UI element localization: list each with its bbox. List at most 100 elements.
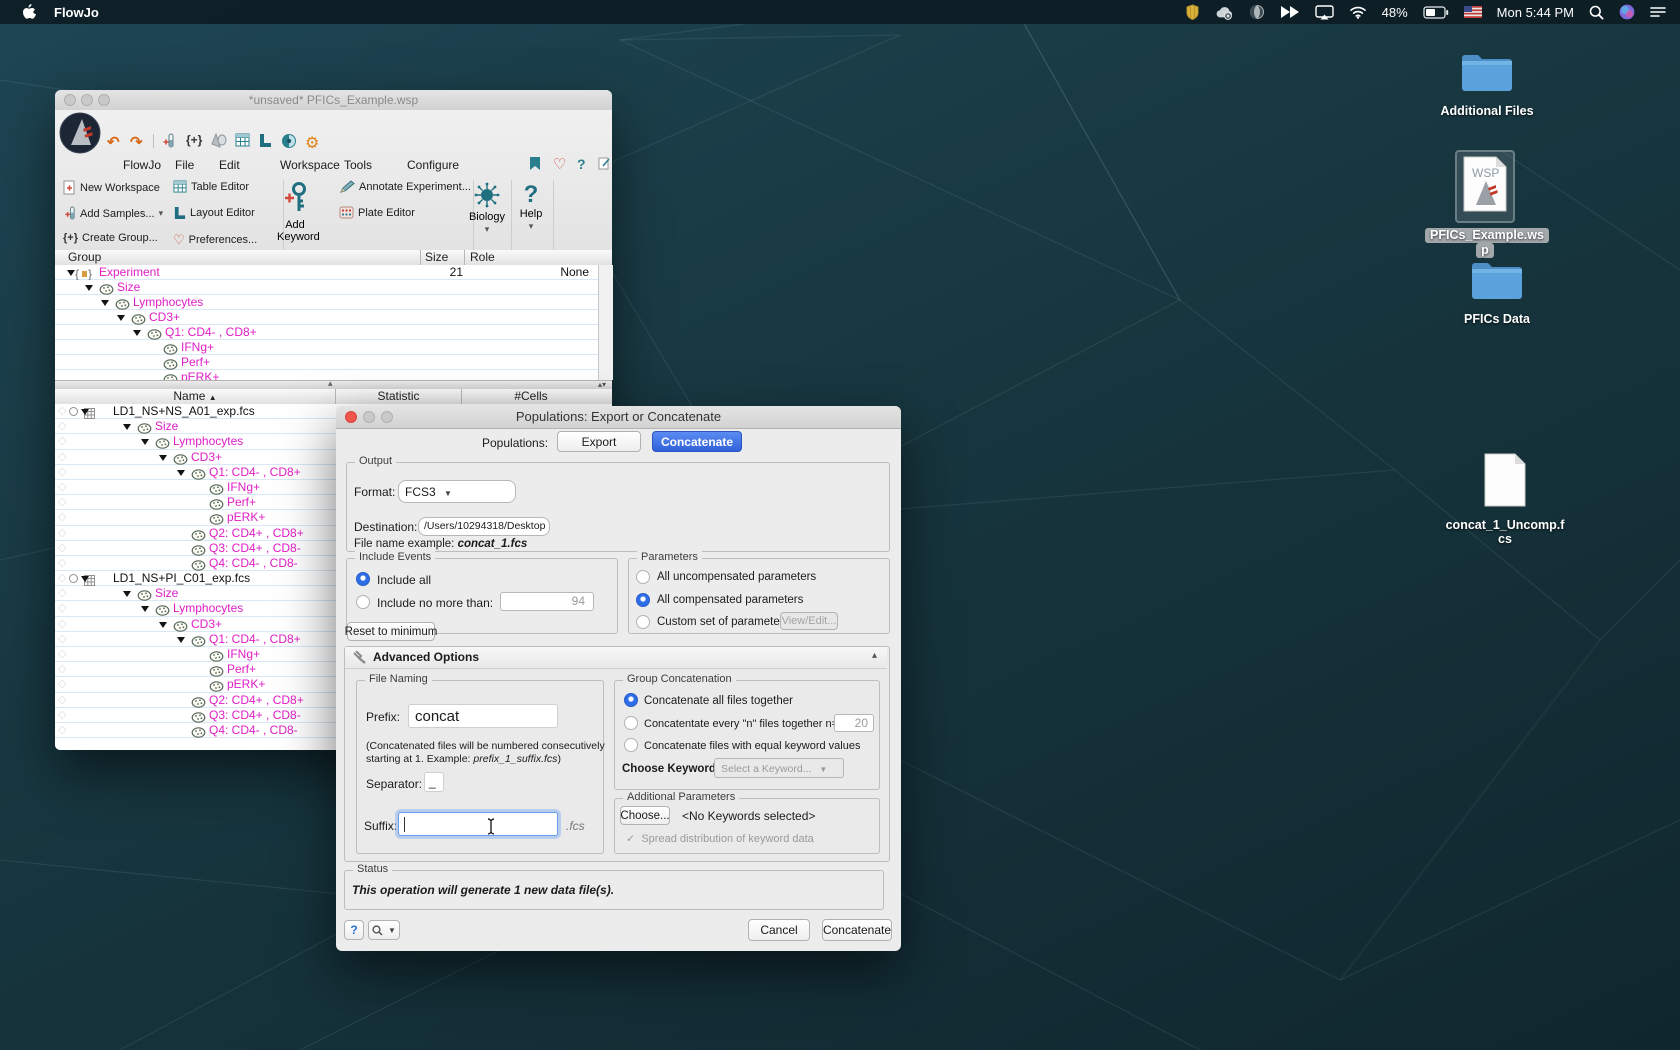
dialog-title-bar[interactable]: Populations: Export or Concatenate [336,406,901,429]
splitter-handle-icon[interactable]: ▴ [328,378,333,389]
concat-keyword-radio[interactable] [624,738,638,752]
undo-icon[interactable]: ↶ [107,133,120,151]
layout-editor-button[interactable]: Layout Editor [173,206,255,220]
menu-bar-clock[interactable]: Mon 5:44 PM [1497,5,1574,20]
destination-field[interactable]: /Users/10294318/Desktop [418,517,550,536]
airplay-display-icon[interactable] [1315,5,1334,20]
group-row[interactable]: {}Experiment21None [55,265,598,280]
minimize-button[interactable] [363,411,375,423]
table-editor-button[interactable]: Table Editor [173,180,249,193]
export-concatenate-dialog[interactable]: Populations: Export or Concatenate Popul… [336,406,901,951]
view-edit-button[interactable]: View/Edit... [780,612,838,630]
menu-edit[interactable]: Edit [219,158,240,172]
add-sample-tube-icon[interactable] [161,133,175,153]
disclosure-triangle[interactable] [177,470,185,476]
population-row[interactable]: pERK+ [55,370,598,380]
group-tree[interactable]: {}Experiment21NoneSizeLymphocytesCD3+Q1:… [55,265,598,380]
suffix-field[interactable] [398,812,558,836]
menu-workspace[interactable]: Workspace [280,158,340,172]
concat-every-n-radio[interactable] [624,716,638,730]
add-keyword-button[interactable]: AddKeyword [277,182,313,243]
dialog-help-button[interactable]: ? [344,920,364,940]
column-statistic[interactable]: Statistic [336,389,462,404]
sample-table-header[interactable]: Name ▲ Statistic #Cells [55,389,612,405]
apple-menu-icon[interactable] [22,4,36,20]
gating-tools-icon[interactable] [211,133,227,152]
disclosure-triangle[interactable] [117,315,125,321]
fast-forward-icon[interactable] [1280,5,1300,19]
reset-to-minimum-button[interactable]: Reset to minimum [347,622,435,641]
format-dropdown[interactable]: FCS3 ▼ [398,480,516,503]
disclosure-triangle[interactable] [81,576,89,582]
annotate-experiment-button[interactable]: Annotate Experiment... [339,180,471,194]
shield-status-icon[interactable] [1186,4,1199,20]
redo-icon[interactable]: ↷ [130,133,143,151]
advanced-options-header[interactable]: Advanced Options ▴ [345,647,887,669]
annotate-small-icon[interactable] [598,157,611,175]
wifi-icon[interactable] [1349,5,1367,19]
menu-flowjo[interactable]: FlowJo [123,158,161,172]
prefix-field[interactable]: concat [408,704,558,728]
disclosure-triangle[interactable] [141,439,149,445]
help-button[interactable]: ? Help▾ [513,182,549,232]
create-group-button[interactable]: {+} Create Group... [63,232,158,244]
population-row[interactable]: Perf+ [55,355,598,370]
n-value-field[interactable]: 20 [834,714,874,732]
biology-button[interactable]: Biology▾ [467,182,507,235]
population-row[interactable]: IFNg+ [55,340,598,355]
battery-icon[interactable] [1423,6,1449,19]
disclosure-triangle[interactable] [159,455,167,461]
population-row[interactable]: Lymphocytes [55,295,598,310]
spread-checkbox-row[interactable]: ✓ Spread distribution of keyword data [626,832,814,845]
close-button[interactable] [345,411,357,423]
minimize-button[interactable] [81,94,93,106]
disclosure-triangle[interactable] [101,300,109,306]
favorites-heart-icon[interactable]: ♡ [553,155,566,173]
group-tree-scrollbar[interactable] [598,265,613,380]
column-name[interactable]: Name ▲ [55,389,336,404]
desktop-icon-wsp-file[interactable]: WSP PFICs_Example.ws p [1425,150,1545,258]
disclosure-triangle[interactable] [123,591,131,597]
add-samples-button[interactable]: Add Samples...▾ [63,206,163,221]
population-row[interactable]: CD3+ [55,310,598,325]
concatenate-toggle-button[interactable]: Concatenate [652,431,742,452]
menu-tools[interactable]: Tools [344,158,372,172]
menu-configure[interactable]: Configure [407,158,459,172]
sample-circle-icon[interactable] [69,574,78,583]
preferences-button[interactable]: ♡ Preferences... [173,232,257,248]
disclosure-triangle[interactable] [81,409,89,415]
population-row[interactable]: Size [55,280,598,295]
create-group-icon[interactable]: {+} [186,133,202,147]
disclosure-triangle[interactable] [123,424,131,430]
bookmark-icon[interactable] [529,156,541,176]
cancel-button[interactable]: Cancel [748,919,810,941]
close-button[interactable] [64,94,76,106]
population-row[interactable]: Q1: CD4- , CD8+ [55,325,598,340]
uncompensated-radio[interactable] [636,570,650,584]
compensated-radio[interactable] [636,593,650,607]
compensation-icon[interactable] [281,133,297,153]
include-all-radio[interactable] [356,572,370,586]
spotlight-search-icon[interactable] [1589,5,1604,20]
table-editor-icon[interactable] [235,133,250,151]
include-no-more-radio[interactable] [356,595,370,609]
choose-keywords-button[interactable]: Choose... [620,806,670,825]
zoom-button[interactable] [98,94,110,106]
disclosure-triangle[interactable] [159,622,167,628]
max-events-field[interactable]: 94 [500,592,594,611]
dialog-search-button[interactable]: ▼ [368,920,400,940]
help-icon[interactable]: ? [577,156,586,172]
keyword-dropdown[interactable]: Select a Keyword... ▼ [714,758,844,778]
zoom-button[interactable] [381,411,393,423]
disclosure-triangle[interactable] [177,637,185,643]
menu-file[interactable]: File [175,158,194,172]
input-language-flag-icon[interactable] [1464,6,1482,18]
sample-circle-icon[interactable] [69,407,78,416]
desktop-icon-pfics-data[interactable]: PFICs Data [1437,258,1557,326]
desktop-icon-additional-files[interactable]: Additional Files [1427,50,1547,118]
layout-editor-icon[interactable] [258,133,272,152]
new-workspace-button[interactable]: New Workspace [63,180,160,195]
concat-all-radio[interactable] [624,693,638,707]
plate-editor-button[interactable]: Plate Editor [339,206,415,219]
disclosure-triangle[interactable] [67,270,75,276]
